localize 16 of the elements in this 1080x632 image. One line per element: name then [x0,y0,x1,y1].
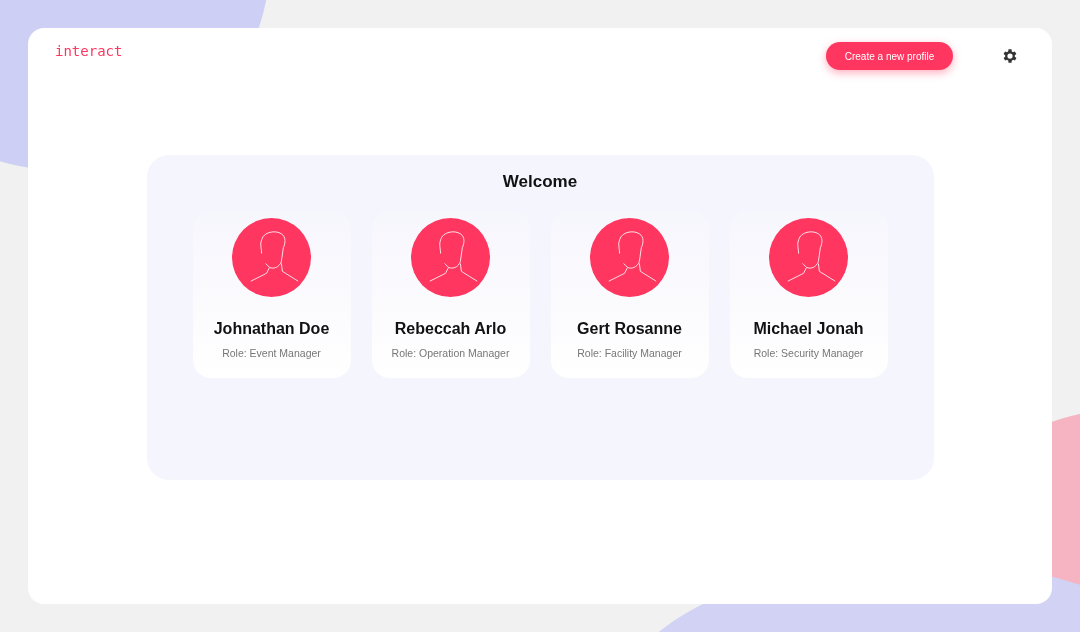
profile-name: Johnathan Doe [213,320,330,338]
avatar-silhouette-icon [590,218,669,297]
avatar-silhouette-icon [769,218,848,297]
avatar-silhouette-icon [411,218,490,297]
settings-icon[interactable] [1001,47,1019,65]
create-profile-button[interactable]: Create a new profile [826,42,953,70]
avatar-silhouette-icon [232,218,311,297]
profile-name: Michael Jonah [753,320,864,338]
profile-name: Gert Rosanne [577,320,682,338]
profile-role: Role: Event Manager [222,347,321,359]
profile-name: Rebeccah Arlo [394,320,507,338]
profile-role: Role: Facility Manager [577,347,682,359]
profile-role: Role: Operation Manager [391,347,510,359]
welcome-title: Welcome [502,172,578,192]
logo[interactable]: interact [55,43,123,59]
profile-role: Role: Security Manager [753,347,864,359]
